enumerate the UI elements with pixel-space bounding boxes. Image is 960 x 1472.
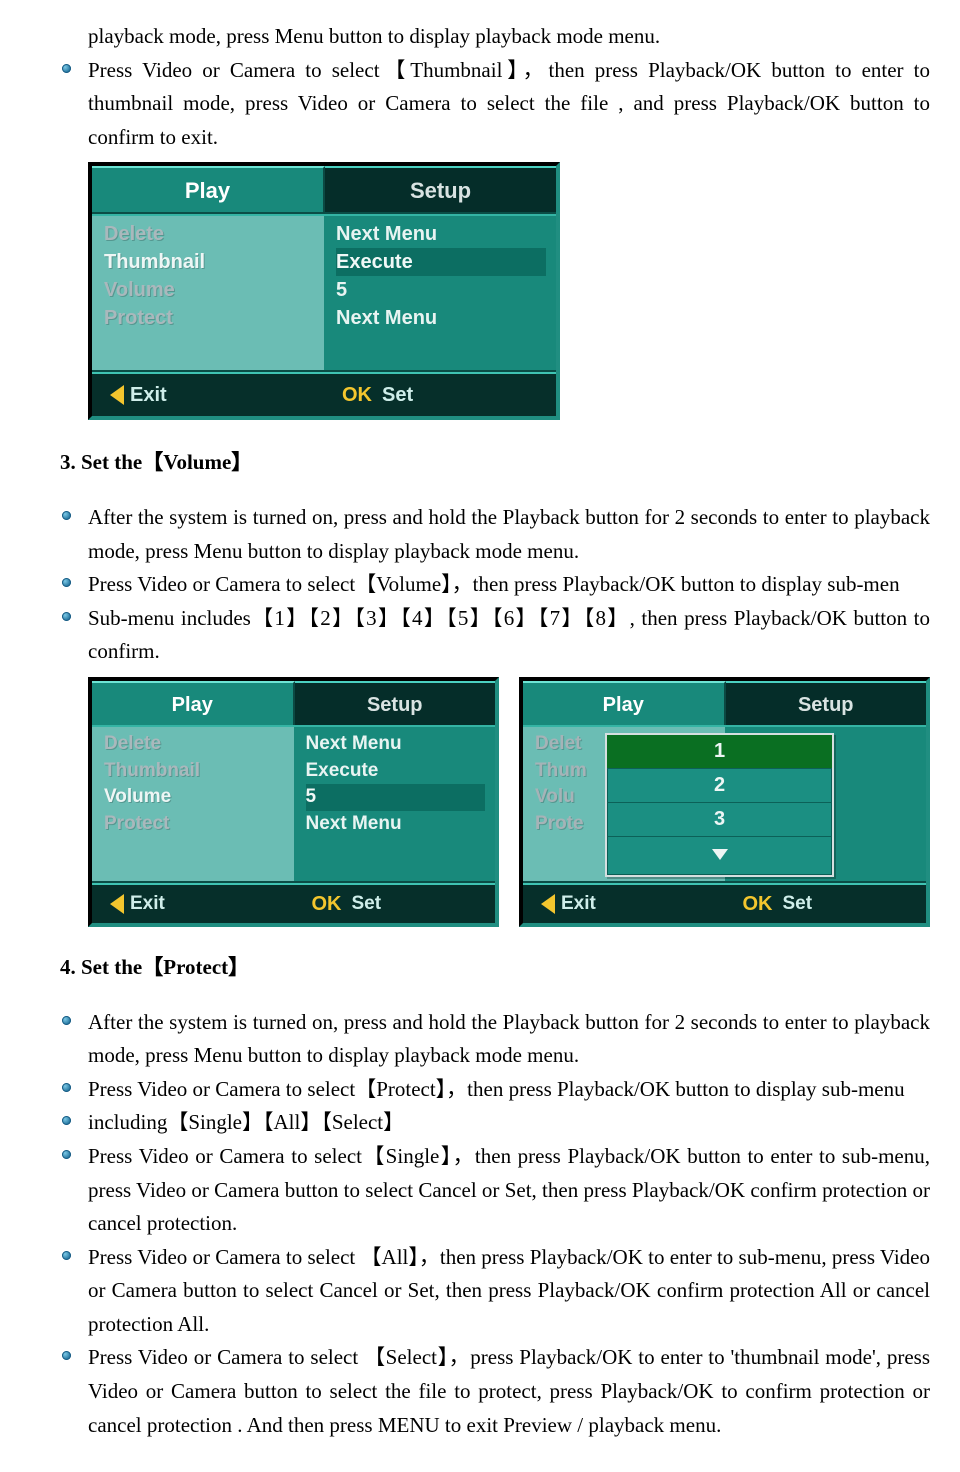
s3-text-2: Sub-menu includes【1】【2】【3】【4】【5】【6】【7】【8…	[88, 602, 930, 669]
menu-item-thumbnail: Thumbnail	[104, 248, 314, 276]
s3-text-0: After the system is turned on, press and…	[88, 501, 930, 568]
s4-text-3: Press Video or Camera to select【Single】，…	[88, 1140, 930, 1241]
menu-left-col: Delete Thumbnail Volume Protect	[92, 216, 324, 370]
s4-item-4: Press Video or Camera to select 【All】，th…	[60, 1241, 930, 1342]
camera-menu-screenshot-1: Play Setup Delete Thumbnail Volume Prote…	[88, 162, 560, 420]
intro-bullet-text: Press Video or Camera to select【Thumbnai…	[88, 54, 930, 155]
s4-text-4: Press Video or Camera to select 【All】，th…	[88, 1241, 930, 1342]
s3-item-0: After the system is turned on, press and…	[60, 501, 930, 568]
menu-right-col: Next Menu Execute 5 Next Menu	[324, 216, 556, 370]
popup-option-2: 2	[607, 769, 832, 803]
footer-exit: Exit	[92, 889, 294, 919]
footer-exit-label: Exit	[130, 379, 167, 411]
s4-text-1: Press Video or Camera to select【Protect】…	[88, 1073, 930, 1107]
footer-exit-label: Exit	[561, 889, 596, 919]
menu-item-volume: Volume	[104, 784, 284, 811]
menu-value-0: Next Menu	[336, 220, 546, 248]
footer-exit: Exit	[92, 379, 324, 411]
s3-item-2: Sub-menu includes【1】【2】【3】【4】【5】【6】【7】【8…	[60, 602, 930, 669]
s4-item-2: including【Single】【All】【Select】	[60, 1106, 930, 1140]
tab-setup: Setup	[726, 681, 927, 729]
volume-popup: 1 2 3	[605, 733, 834, 877]
popup-option-1: 1	[607, 735, 832, 769]
triangle-left-icon	[110, 385, 124, 405]
ok-badge: OK	[312, 888, 342, 920]
menu-item-thumbnail: Thumbnail	[104, 758, 284, 785]
menu-left-col: Delete Thumbnail Volume Protect	[92, 727, 294, 881]
s4-item-0: After the system is turned on, press and…	[60, 1006, 930, 1073]
menu-item-delete: Delete	[104, 731, 284, 758]
tab-setup: Setup	[295, 681, 496, 729]
menu-item-volume: Volume	[104, 276, 314, 304]
s3-text-1: Press Video or Camera to select【Volume】，…	[88, 568, 930, 602]
s3-item-1: Press Video or Camera to select【Volume】，…	[60, 568, 930, 602]
s4-item-3: Press Video or Camera to select【Single】，…	[60, 1140, 930, 1241]
ok-badge: OK	[342, 379, 372, 411]
popup-more-arrow	[607, 837, 832, 875]
camera-menu-screenshot-2b: Play Setup Delet Thum Volu Prote nu nu n…	[519, 677, 930, 927]
section-3-title: 3. Set the【Volume】	[60, 446, 930, 480]
tab-play: Play	[92, 166, 325, 214]
menu-right-col: Next Menu Execute 5 Next Menu	[294, 727, 496, 881]
s4-text-2: including【Single】【All】【Select】	[88, 1106, 930, 1140]
menu-value-1: Execute	[336, 248, 546, 276]
footer-ok-set: OK Set	[725, 888, 927, 920]
tab-setup: Setup	[325, 166, 556, 214]
intro-continuation: playback mode, press Menu button to disp…	[60, 20, 930, 54]
footer-exit: Exit	[523, 889, 725, 919]
s4-text-0: After the system is turned on, press and…	[88, 1006, 930, 1073]
footer-set-label: Set	[352, 889, 382, 919]
popup-option-3: 3	[607, 803, 832, 837]
intro-bullet: Press Video or Camera to select【Thumbnai…	[60, 54, 930, 155]
ok-badge: OK	[743, 888, 773, 920]
triangle-left-icon	[110, 894, 124, 914]
menu-item-delete: Delete	[104, 220, 314, 248]
s4-text-5: Press Video or Camera to select 【Select】…	[88, 1341, 930, 1442]
menu-value-1: Execute	[306, 758, 486, 785]
footer-set-label: Set	[783, 889, 813, 919]
menu-value-2: 5	[306, 784, 486, 811]
tab-play: Play	[92, 681, 295, 729]
footer-set-label: Set	[382, 379, 413, 411]
menu-value-2: 5	[336, 276, 546, 304]
menu-value-3: Next Menu	[336, 304, 546, 332]
camera-menu-screenshot-2a: Play Setup Delete Thumbnail Volume Prote…	[88, 677, 499, 927]
tab-play: Play	[523, 681, 726, 729]
menu-item-protect: Protect	[104, 304, 314, 332]
footer-ok-set: OK Set	[324, 379, 556, 411]
triangle-left-icon	[541, 894, 555, 914]
section-4-title: 4. Set the【Protect】	[60, 951, 930, 985]
s4-item-1: Press Video or Camera to select【Protect】…	[60, 1073, 930, 1107]
menu-item-protect: Protect	[104, 811, 284, 838]
menu-value-3: Next Menu	[306, 811, 486, 838]
s4-item-5: Press Video or Camera to select 【Select】…	[60, 1341, 930, 1442]
menu-value-0: Next Menu	[306, 731, 486, 758]
footer-exit-label: Exit	[130, 889, 165, 919]
footer-ok-set: OK Set	[294, 888, 496, 920]
triangle-down-icon	[712, 849, 728, 860]
